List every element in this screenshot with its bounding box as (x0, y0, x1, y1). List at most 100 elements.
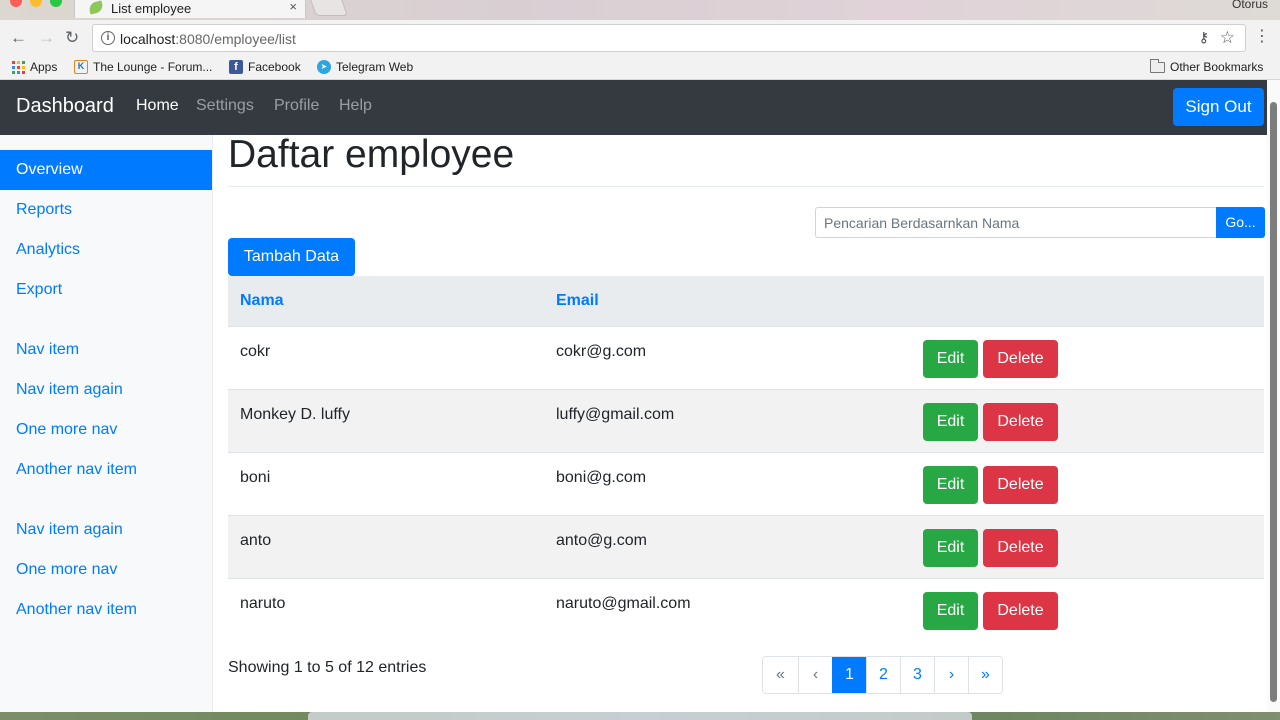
bookmark-facebook[interactable]: f Facebook (229, 58, 301, 76)
main-content: Daftar employee Go... Tambah Data Nama E… (213, 135, 1267, 720)
sidebar-item-another-nav-item-2[interactable]: Another nav item (0, 590, 212, 630)
cell-nama: anto (240, 532, 272, 549)
sidebar-item-nav-item[interactable]: Nav item (0, 330, 212, 370)
column-header-email[interactable]: Email (556, 292, 599, 310)
telegram-icon: ➤ (317, 60, 331, 74)
browser-tab-strip: List employee × Otorus (0, 0, 1280, 20)
folder-icon (1150, 58, 1165, 73)
search-go-button[interactable]: Go... (1216, 207, 1265, 238)
table-row: cokr cokr@g.com Edit Delete (228, 326, 1264, 389)
page-3[interactable]: 3 (900, 657, 934, 693)
lounge-icon: K (74, 60, 88, 74)
info-icon[interactable]: i (101, 31, 115, 45)
bookmark-label: The Lounge - Forum... (93, 60, 213, 74)
facebook-icon: f (229, 60, 243, 74)
brand-link[interactable]: Dashboard (16, 95, 114, 118)
delete-button[interactable]: Delete (983, 592, 1058, 630)
browser-tab-active[interactable]: List employee × (74, 0, 306, 18)
cell-nama: naruto (240, 595, 286, 612)
sidebar-item-reports[interactable]: Reports (0, 190, 212, 230)
page-scrollbar[interactable] (1267, 80, 1280, 712)
entries-summary: Showing 1 to 5 of 12 entries (228, 659, 427, 676)
table-row: anto anto@g.com Edit Delete (228, 515, 1264, 578)
sign-out-button[interactable]: Sign Out (1173, 88, 1264, 126)
employee-table: Nama Email cokr cokr@g.com Edit Delete M… (228, 276, 1264, 641)
bookmark-the-lounge[interactable]: K The Lounge - Forum... (74, 58, 212, 76)
page-previous[interactable]: ‹ (798, 657, 832, 693)
search-input[interactable] (815, 207, 1217, 238)
profile-name[interactable]: Otorus (1232, 0, 1268, 11)
nav-settings[interactable]: Settings (196, 97, 254, 115)
sidebar: Overview Reports Analytics Export Nav it… (0, 135, 213, 720)
spring-leaf-icon (87, 0, 105, 15)
page-last[interactable]: » (968, 657, 1002, 693)
cell-nama: Monkey D. luffy (240, 406, 350, 423)
address-bar[interactable]: i localhost:8080/employee/list ⚷ ☆ (92, 24, 1246, 52)
page-next[interactable]: › (934, 657, 968, 693)
bookmark-telegram[interactable]: ➤ Telegram Web (317, 58, 413, 76)
table-row: Monkey D. luffy luffy@gmail.com Edit Del… (228, 389, 1264, 452)
pagination: « ‹ 1 2 3 › » (762, 656, 1003, 694)
title-divider (228, 186, 1264, 187)
cell-email: cokr@g.com (556, 343, 647, 360)
page-1[interactable]: 1 (832, 657, 866, 693)
key-icon[interactable]: ⚷ (1199, 29, 1209, 46)
bookmarks-bar: Apps K The Lounge - Forum... f Facebook … (0, 56, 1280, 80)
tab-close-icon[interactable]: × (289, 0, 297, 14)
page-title: Daftar employee (228, 133, 515, 176)
sidebar-item-analytics[interactable]: Analytics (0, 230, 212, 270)
delete-button[interactable]: Delete (983, 340, 1058, 378)
url-host: localhost (120, 31, 176, 47)
scrollbar-thumb[interactable] (1270, 102, 1277, 702)
close-window-button[interactable] (10, 0, 22, 7)
zoom-window-button[interactable] (50, 0, 62, 7)
bookmark-label: Apps (30, 60, 58, 74)
new-tab-button[interactable] (307, 0, 349, 16)
sidebar-item-one-more-nav-2[interactable]: One more nav (0, 550, 212, 590)
apps-grid-icon (12, 60, 25, 74)
edit-button[interactable]: Edit (923, 529, 978, 567)
page-2[interactable]: 2 (866, 657, 900, 693)
nav-help[interactable]: Help (339, 97, 372, 115)
nav-home[interactable]: Home (136, 97, 179, 115)
delete-button[interactable]: Delete (983, 403, 1058, 441)
other-bookmarks[interactable]: Other Bookmarks (1150, 58, 1263, 76)
bookmark-apps[interactable]: Apps (12, 58, 57, 76)
edit-button[interactable]: Edit (923, 340, 978, 378)
table-row: naruto naruto@gmail.com Edit Delete (228, 578, 1264, 641)
add-data-button[interactable]: Tambah Data (228, 238, 355, 276)
cell-nama: boni (240, 469, 271, 486)
sidebar-item-nav-item-again[interactable]: Nav item again (0, 370, 212, 410)
tab-title: List employee (111, 1, 192, 16)
delete-button[interactable]: Delete (983, 466, 1058, 504)
forward-arrow-icon[interactable]: → (38, 28, 55, 48)
sidebar-item-another-nav-item[interactable]: Another nav item (0, 450, 212, 490)
browser-toolbar: ← → ↻ i localhost:8080/employee/list ⚷ ☆… (0, 20, 1280, 56)
other-bookmarks-label: Other Bookmarks (1170, 60, 1264, 74)
column-header-nama[interactable]: Nama (240, 292, 284, 310)
sidebar-item-one-more-nav[interactable]: One more nav (0, 410, 212, 450)
table-row: boni boni@g.com Edit Delete (228, 452, 1264, 515)
bookmark-label: Telegram Web (336, 60, 414, 74)
minimize-window-button[interactable] (30, 0, 42, 7)
edit-button[interactable]: Edit (923, 466, 978, 504)
delete-button[interactable]: Delete (983, 529, 1058, 567)
star-icon[interactable]: ☆ (1220, 28, 1235, 48)
back-arrow-icon[interactable]: ← (10, 28, 27, 48)
edit-button[interactable]: Edit (923, 592, 978, 630)
reload-icon[interactable]: ↻ (65, 28, 79, 48)
macos-dock (308, 712, 972, 720)
bookmark-label: Facebook (248, 60, 301, 74)
cell-nama: cokr (240, 343, 271, 360)
sidebar-item-nav-item-again-2[interactable]: Nav item again (0, 510, 212, 550)
nav-profile[interactable]: Profile (274, 97, 319, 115)
page-first[interactable]: « (763, 657, 798, 693)
sidebar-item-export[interactable]: Export (0, 270, 212, 310)
sidebar-item-overview[interactable]: Overview (0, 150, 212, 190)
url-text[interactable]: localhost:8080/employee/list (120, 31, 296, 47)
cell-email: naruto@gmail.com (556, 595, 691, 612)
browser-menu-icon[interactable]: ⋮ (1254, 28, 1270, 46)
cell-email: luffy@gmail.com (556, 406, 675, 423)
cell-email: boni@g.com (556, 469, 647, 486)
edit-button[interactable]: Edit (923, 403, 978, 441)
